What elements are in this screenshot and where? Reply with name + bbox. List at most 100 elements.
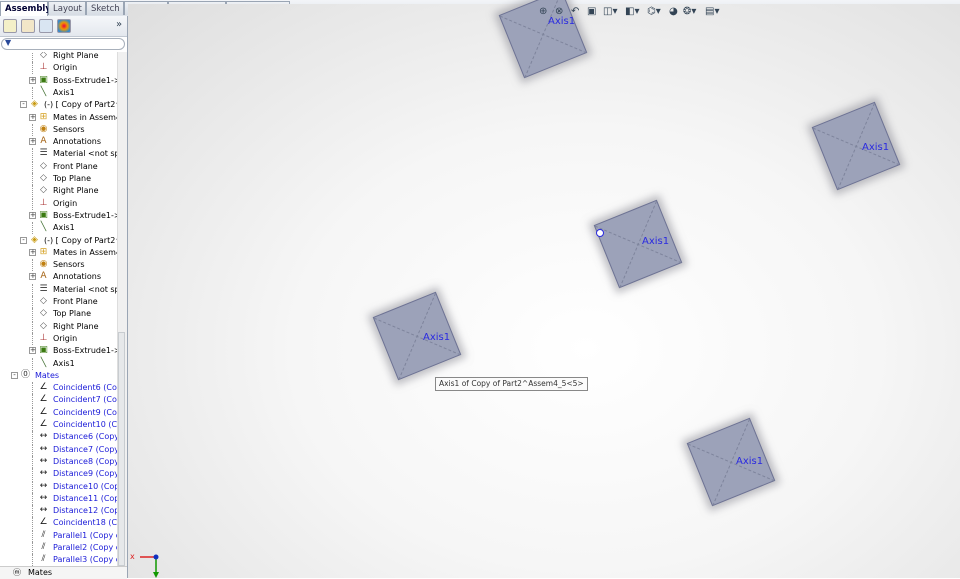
tree-connector <box>32 308 33 321</box>
tree-item[interactable]: ╲ Axis1 <box>0 222 117 235</box>
axis-label: Axis1 <box>862 142 890 153</box>
tree-connector <box>32 160 33 173</box>
tree-connector <box>32 148 33 161</box>
tree-filter-input[interactable]: ▼ <box>1 38 125 50</box>
tab-layout[interactable]: Layout <box>48 1 86 15</box>
previous-view-icon[interactable]: ↶ <box>571 4 579 20</box>
tree-item[interactable]: ↔ Distance7 (Copy c <box>0 443 117 456</box>
display-style-icon[interactable]: ◧▾ <box>625 4 639 20</box>
tree-item[interactable]: ∠ Coincident18 (Co <box>0 517 117 530</box>
distance-icon: ↔ <box>39 492 48 503</box>
view-orientation-icon[interactable]: ◫▾ <box>603 4 617 20</box>
zoom-to-fit-icon[interactable]: ⊕ <box>539 4 547 20</box>
tree-item[interactable]: +▣ Boss-Extrude1-> : <box>0 75 117 87</box>
tree-item[interactable]: ◇ Right Plane <box>0 320 117 333</box>
expand-icon[interactable]: + <box>29 76 36 84</box>
plane-icon: ◇ <box>40 308 47 319</box>
tree-item[interactable]: ☰ Material <not spe <box>0 283 117 296</box>
tree-item[interactable]: ↔ Distance6 (Copy c <box>0 431 117 444</box>
section-view-icon[interactable]: ▣ <box>587 4 596 20</box>
tree-item[interactable]: ╲ Axis1 <box>0 357 117 370</box>
tree-connector <box>32 542 33 554</box>
display-manager-tab-icon[interactable] <box>57 19 71 33</box>
zoom-area-icon[interactable]: ⊗ <box>555 4 563 20</box>
tree-item[interactable]: ◉ Sensors <box>0 259 117 272</box>
collapse-icon[interactable]: - <box>20 101 27 109</box>
tree-item[interactable]: + ⊞ Mates in Assem4 <box>0 247 117 259</box>
tree-item[interactable]: ╲ Axis1 <box>0 86 117 99</box>
tree-item[interactable]: ↔ Distance12 (Copy <box>0 505 117 518</box>
graphics-viewport[interactable]: Axis1 Axis1 Axis1 Axis1 Axis1 <box>128 0 960 578</box>
tree-bottom-item[interactable]: ⓜ Mates <box>0 566 127 579</box>
tree-connector <box>32 296 33 308</box>
collapse-icon[interactable]: - <box>20 236 27 244</box>
tree-item[interactable]: + A Annotations <box>0 136 117 148</box>
tab-sketch[interactable]: Sketch <box>86 1 124 15</box>
tree-item[interactable]: ↔ Distance11 (Copy <box>0 492 117 505</box>
property-manager-tab-icon[interactable] <box>21 19 35 33</box>
plane-icon: ◇ <box>40 173 47 183</box>
apply-scene-icon[interactable]: ❂▾ <box>683 4 696 20</box>
tree-item[interactable]: ⫽ Parallel3 (Copy of <box>0 554 117 566</box>
tree-item[interactable]: - ⓪ Mates <box>0 370 117 382</box>
axis-label: Axis1 <box>736 456 764 467</box>
distance-icon: ↔ <box>39 443 48 454</box>
collapse-icon[interactable]: - <box>11 371 18 379</box>
plane-icon: ◇ <box>40 160 47 171</box>
view-settings-icon[interactable]: ▤▾ <box>705 4 719 20</box>
tree-scrollbar-thumb[interactable] <box>118 332 125 566</box>
tree-item[interactable]: +▣ Boss-Extrude1-> : <box>0 345 117 357</box>
annotations-icon: A <box>40 271 47 282</box>
tree-item[interactable]: ⫽ Parallel2 (Copy of <box>0 542 117 554</box>
tree-item[interactable]: ↔ Distance10 (Copy <box>0 480 117 493</box>
tree-connector <box>32 443 33 456</box>
expand-icon[interactable]: + <box>29 138 36 146</box>
hide-show-items-icon[interactable]: ⌬▾ <box>647 4 661 20</box>
coincident-icon: ∠ <box>39 517 48 528</box>
tree-item[interactable]: ◇ Front Plane <box>0 160 117 173</box>
coincident-icon: ∠ <box>39 382 48 393</box>
tree-item[interactable]: ⫽ Parallel1 (Copy of <box>0 529 117 542</box>
tree-item-label: Distance7 (Copy c <box>53 444 117 454</box>
tree-item[interactable]: ◇ Right Plane <box>0 185 117 198</box>
tree-item[interactable]: ◇ Right Plane <box>0 52 117 62</box>
tree-item[interactable]: ◇ Top Plane <box>0 308 117 321</box>
expand-icon[interactable]: + <box>29 347 36 355</box>
tree-item[interactable]: ↔ Distance9 (Copy c <box>0 468 117 481</box>
expand-icon[interactable]: + <box>29 248 36 256</box>
tree-item[interactable]: ∠ Coincident6 (Copy <box>0 382 117 395</box>
tree-item[interactable]: ⊥ Origin <box>0 62 117 75</box>
triad-x-label: x <box>130 552 135 561</box>
tree-item[interactable]: ☰ Material <not spe <box>0 148 117 161</box>
tree-item[interactable]: + A Annotations <box>0 271 117 283</box>
tree-item-label: Right Plane <box>53 52 99 60</box>
expand-icon[interactable]: + <box>29 113 36 121</box>
tab-assembly[interactable]: Assembly <box>0 1 51 17</box>
expand-chevron-icon[interactable]: » <box>116 19 122 30</box>
material-icon: ☰ <box>39 283 48 294</box>
edit-appearance-icon[interactable]: ◕ <box>669 4 678 20</box>
expand-icon[interactable]: + <box>29 211 36 219</box>
tree-connector <box>32 52 33 62</box>
tree-item[interactable]: ◉ Sensors <box>0 123 117 136</box>
feature-manager-tab-icon[interactable] <box>3 19 17 33</box>
tree-item[interactable]: ⊥ Origin <box>0 197 117 210</box>
tree-item[interactable]: -◈ (-) [ Copy of Part2^A <box>0 235 117 247</box>
tree-item[interactable]: +▣ Boss-Extrude1-> : <box>0 210 117 222</box>
tree-item[interactable]: ∠ Coincident7 (Copy <box>0 394 117 407</box>
expand-icon[interactable]: + <box>29 273 36 281</box>
feature-tree: ◇Right Plane⊥Origin+▣Boss-Extrude1-> :╲A… <box>0 52 117 566</box>
tree-item-label: Front Plane <box>53 297 98 306</box>
plane-icon: ◇ <box>40 52 47 60</box>
tree-item[interactable]: ∠ Coincident9 (Cop <box>0 406 117 419</box>
tree-item[interactable]: -◈ (-) [ Copy of Part2^A <box>0 99 117 111</box>
tree-connector <box>32 419 33 431</box>
tree-item[interactable]: ◇ Front Plane <box>0 296 117 308</box>
tree-item[interactable]: ↔ Distance8 (Copy c <box>0 455 117 468</box>
tree-item[interactable]: ⊥ Origin <box>0 332 117 345</box>
configuration-manager-tab-icon[interactable] <box>39 19 53 33</box>
tree-item-label: Top Plane <box>53 174 91 183</box>
tree-item[interactable]: ∠ Coincident10 (Co <box>0 419 117 431</box>
tree-item[interactable]: + ⊞ Mates in Assem4 <box>0 112 117 124</box>
tree-item[interactable]: ◇ Top Plane <box>0 173 117 185</box>
